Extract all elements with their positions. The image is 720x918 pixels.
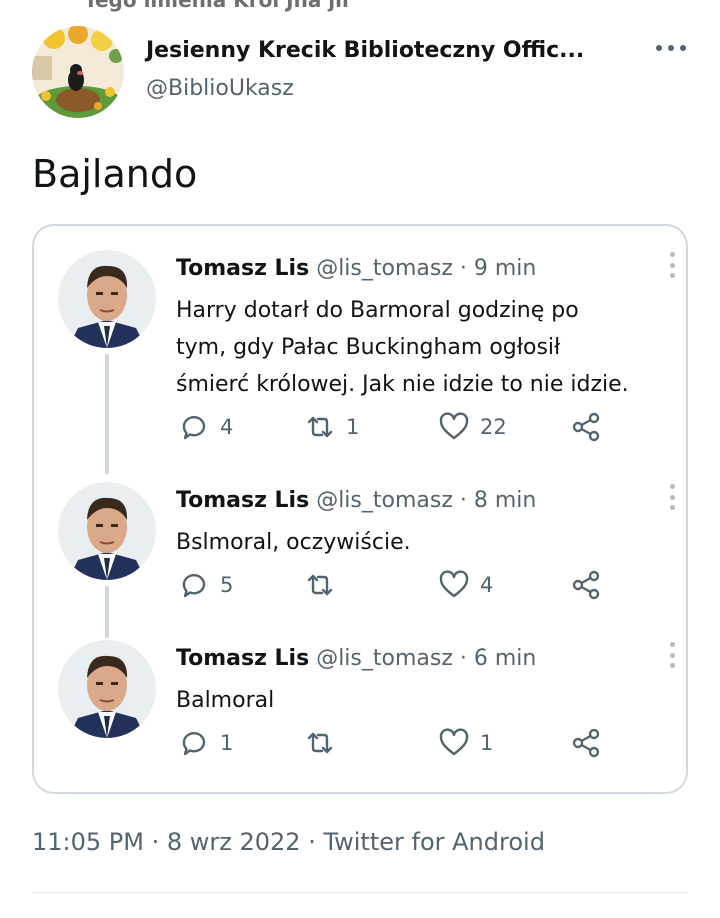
divider xyxy=(32,892,688,893)
quoted-tweet-text: Balmoral xyxy=(176,682,274,719)
like-icon xyxy=(439,412,469,440)
like-count: 4 xyxy=(480,573,494,597)
quoted-author-name[interactable]: Tomasz Lis xyxy=(176,646,309,671)
quoted-tweet-header: Tomasz Lis @lis_tomasz · 8 min xyxy=(176,488,536,513)
previous-tweet-clipped-text: Tego imienia Król Jna jii xyxy=(84,0,349,12)
share-button[interactable] xyxy=(570,410,602,444)
action-bar: 5 4 xyxy=(178,568,608,602)
tweet-header: Jesienny Krecik Biblioteczny Offic... @B… xyxy=(32,26,688,118)
thread-line xyxy=(105,586,109,638)
action-bar: 4 1 22 xyxy=(178,410,608,444)
quoted-tweet-text: Harry dotarł do Barmoral godzinę po tym,… xyxy=(176,292,629,403)
avatar[interactable] xyxy=(58,640,156,738)
action-bar: 1 1 xyxy=(178,726,608,760)
more-icon[interactable] xyxy=(670,484,676,510)
tweet-text: Bajlando xyxy=(32,152,198,196)
text-line: tym, gdy Pałac Buckingham ogłosił xyxy=(176,335,561,360)
retweet-icon xyxy=(307,574,333,596)
tweet-timestamp[interactable]: 11:05 PM · 8 wrz 2022 · Twitter for Andr… xyxy=(32,828,545,856)
reply-button[interactable]: 1 xyxy=(178,726,233,760)
share-icon xyxy=(572,412,600,442)
quoted-tweet-header: Tomasz Lis @lis_tomasz · 6 min xyxy=(176,646,536,671)
retweet-button[interactable]: 1 xyxy=(304,410,359,444)
like-icon xyxy=(439,728,469,756)
more-icon[interactable] xyxy=(656,38,686,58)
more-icon[interactable] xyxy=(670,642,676,668)
avatar[interactable] xyxy=(58,482,156,580)
mole-cartoon-avatar-icon xyxy=(32,26,124,118)
person-avatar-icon xyxy=(58,640,156,738)
person-avatar-icon xyxy=(58,482,156,580)
author-avatar[interactable] xyxy=(32,26,124,118)
avatar[interactable] xyxy=(58,250,156,348)
like-icon xyxy=(439,570,469,598)
quoted-author-meta: @lis_tomasz · 6 min xyxy=(316,646,537,671)
reply-count: 1 xyxy=(220,731,234,755)
quoted-author-name[interactable]: Tomasz Lis xyxy=(176,488,309,513)
text-line: Balmoral xyxy=(176,688,275,713)
reply-count: 5 xyxy=(220,573,234,597)
reply-icon xyxy=(182,574,206,598)
reply-button[interactable]: 5 xyxy=(178,568,233,602)
share-button[interactable] xyxy=(570,568,602,602)
quoted-author-meta: @lis_tomasz · 8 min xyxy=(316,488,537,513)
reply-icon xyxy=(182,416,206,440)
like-count: 1 xyxy=(480,731,494,755)
author-handle[interactable]: @BiblioUkasz xyxy=(146,76,294,101)
text-line: Bslmoral, oczywiście. xyxy=(176,530,411,555)
quoted-author-meta: @lis_tomasz · 9 min xyxy=(316,256,537,281)
person-avatar-icon xyxy=(58,250,156,348)
retweet-icon xyxy=(307,416,333,438)
more-icon[interactable] xyxy=(670,252,676,278)
like-button[interactable]: 22 xyxy=(438,410,507,444)
retweet-icon xyxy=(307,732,333,754)
retweet-button[interactable] xyxy=(304,568,346,602)
share-button[interactable] xyxy=(570,726,602,760)
reply-icon xyxy=(182,732,206,756)
reply-count: 4 xyxy=(220,415,234,439)
thread-line xyxy=(105,354,109,474)
quoted-tweet-header: Tomasz Lis @lis_tomasz · 9 min xyxy=(176,256,536,281)
quoted-author-name[interactable]: Tomasz Lis xyxy=(176,256,309,281)
retweet-button[interactable] xyxy=(304,726,346,760)
share-icon xyxy=(572,570,600,600)
text-line: śmierć królowej. Jak nie idzie to nie id… xyxy=(176,372,629,397)
quoted-tweet-text: Bslmoral, oczywiście. xyxy=(176,524,411,561)
share-icon xyxy=(572,728,600,758)
reply-button[interactable]: 4 xyxy=(178,410,233,444)
quoted-thread-card[interactable]: Tomasz Lis @lis_tomasz · 9 min Harry dot… xyxy=(32,224,688,794)
text-line: Harry dotarł do Barmoral godzinę po xyxy=(176,298,579,323)
author-name[interactable]: Jesienny Krecik Biblioteczny Offic... xyxy=(146,38,584,63)
retweet-count: 1 xyxy=(346,415,360,439)
like-button[interactable]: 1 xyxy=(438,726,493,760)
like-count: 22 xyxy=(480,415,507,439)
like-button[interactable]: 4 xyxy=(438,568,493,602)
